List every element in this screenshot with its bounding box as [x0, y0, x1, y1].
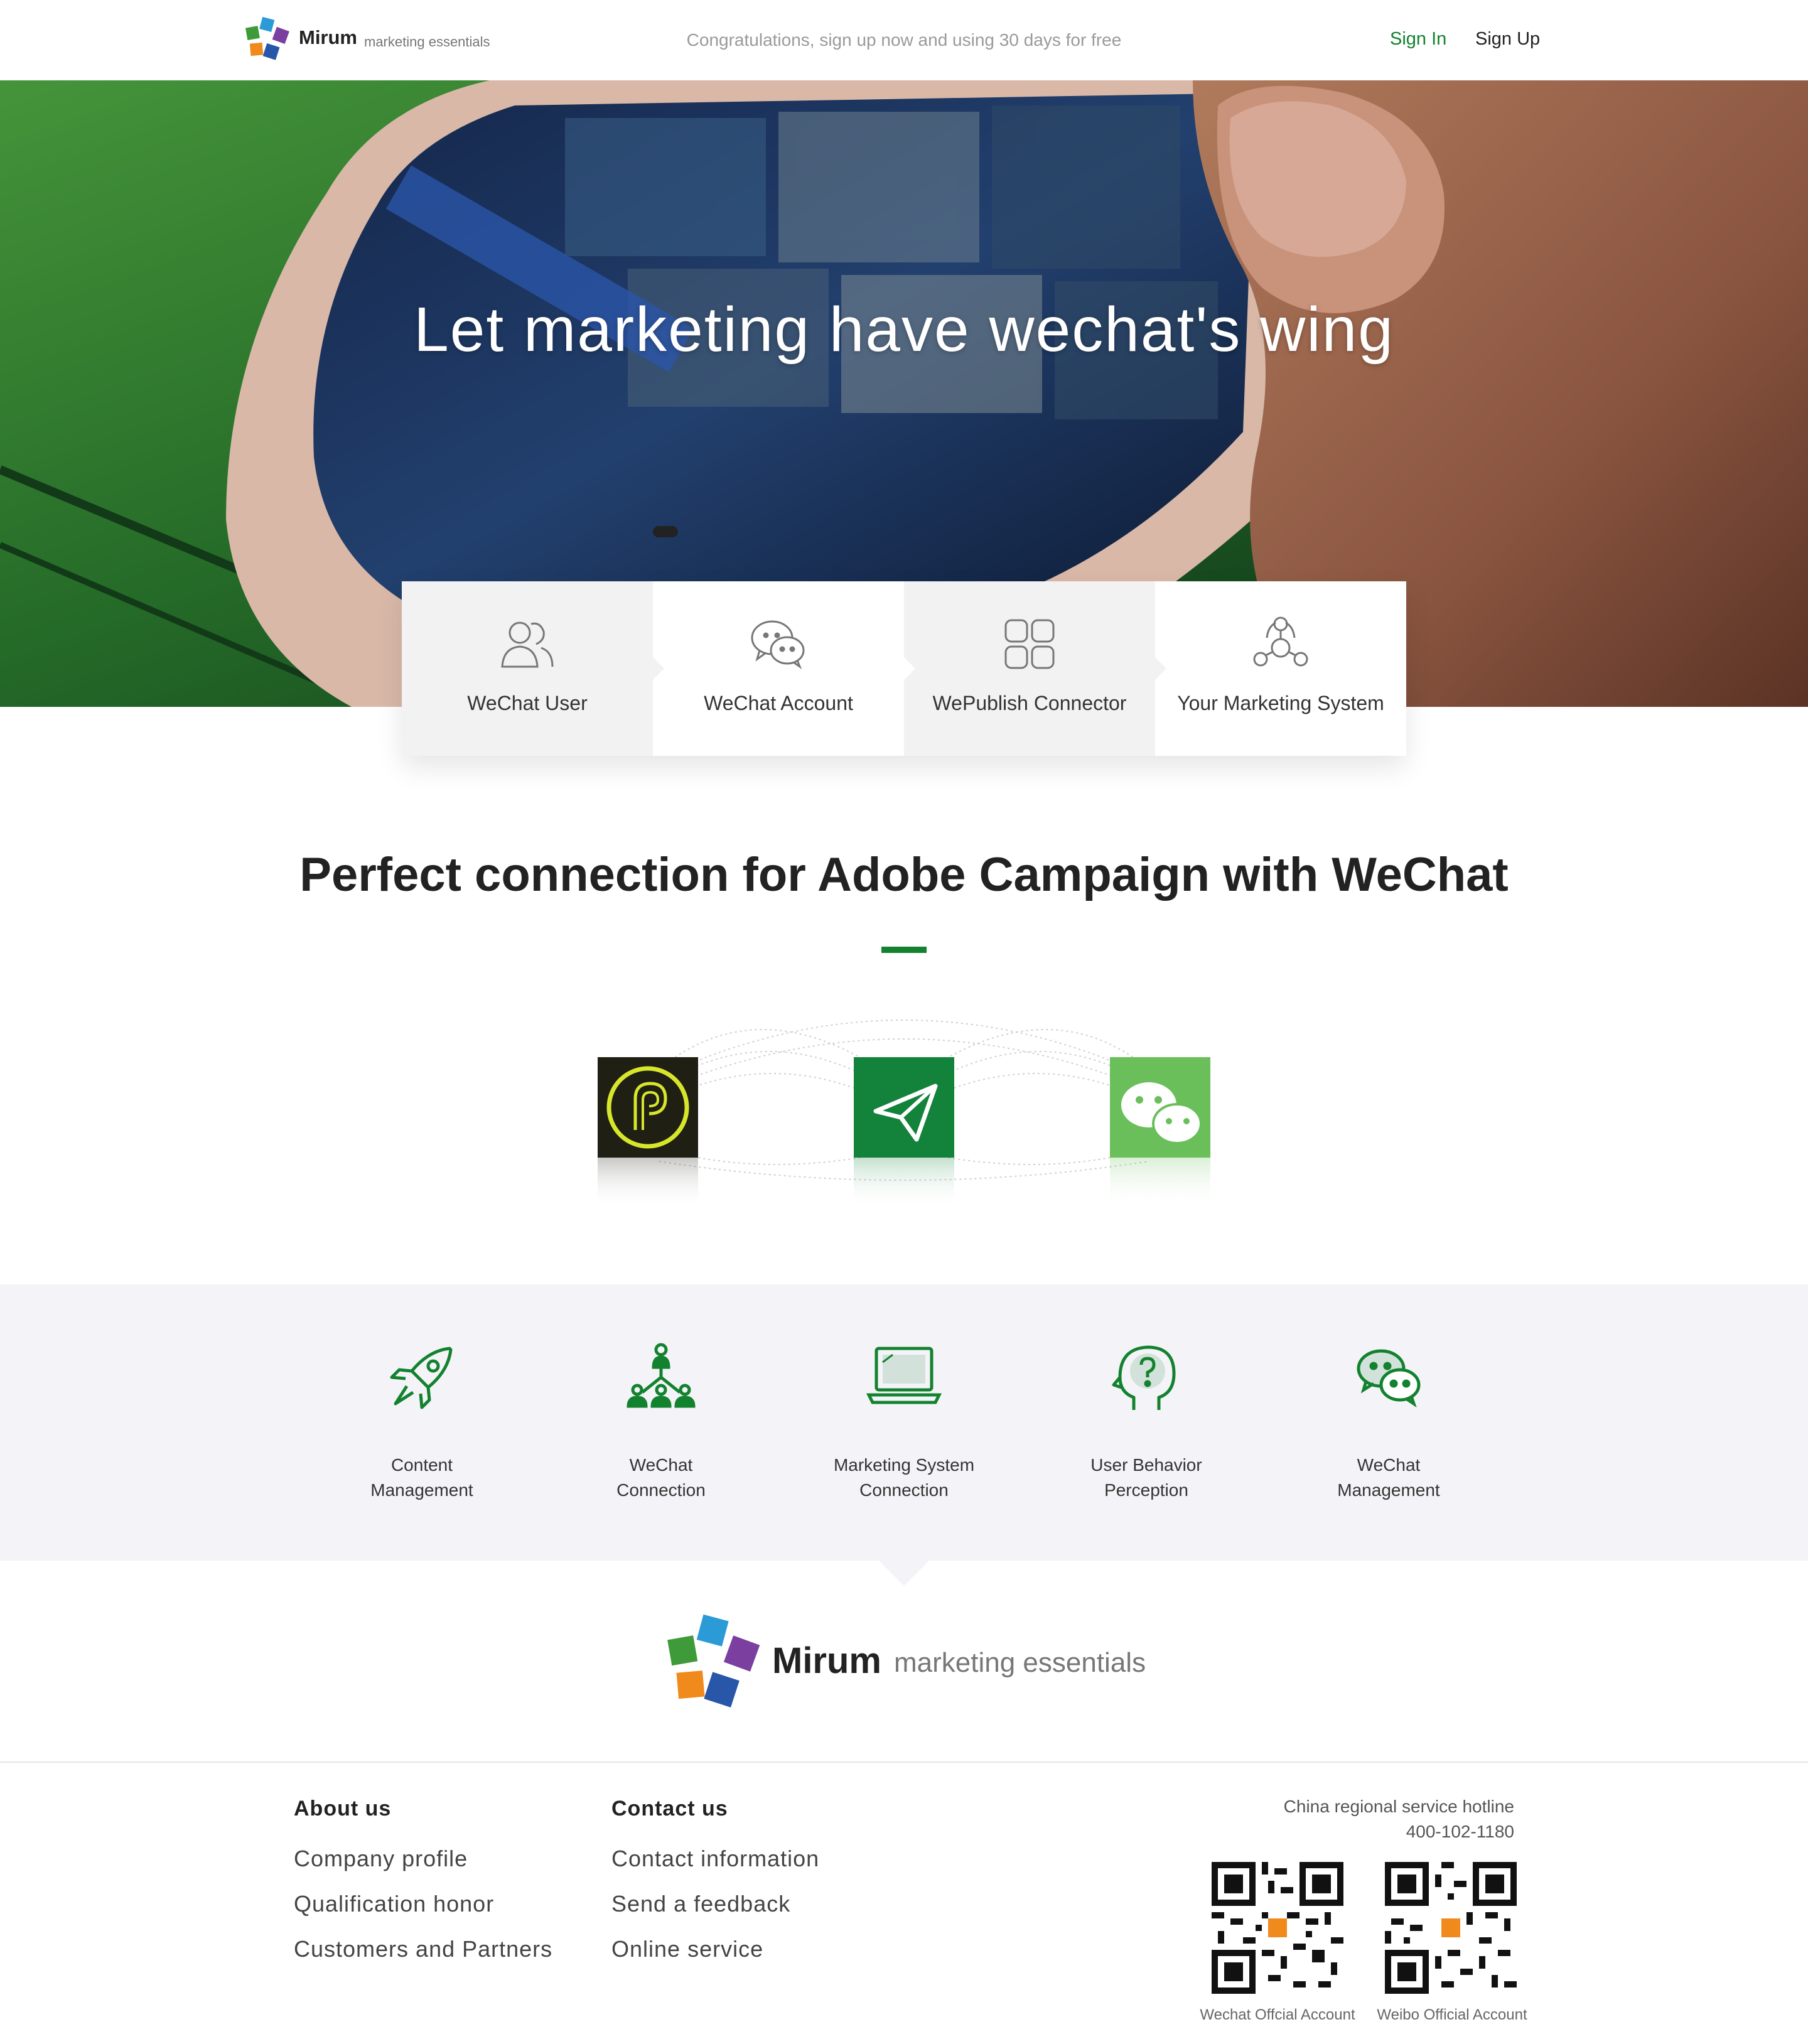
mirum-footer-logo-icon: [667, 1614, 760, 1708]
feature-label: Marketing System Connection: [833, 1455, 975, 1500]
hotline-label: China regional service hotline: [1283, 1797, 1514, 1816]
footer-link-online-service[interactable]: Online service: [611, 1927, 819, 1972]
features-section: Content Management WeChat Connection Marke…: [0, 1284, 1808, 1561]
org-chart-icon: [627, 1343, 696, 1408]
hero-title: Let marketing have wechat's wing: [414, 294, 1394, 365]
footer-link-qualification-honor[interactable]: Qualification honor: [294, 1881, 552, 1927]
footer-link-send-feedback[interactable]: Send a feedback: [611, 1881, 819, 1927]
wechat-icon: [1357, 1349, 1421, 1408]
footer-about-column: About us Company profile Qualification h…: [294, 1797, 552, 1972]
wechat-logo-icon: [1110, 1057, 1210, 1208]
connection-diagram: [598, 1019, 1210, 1208]
grid-icon: [1004, 619, 1055, 669]
flow-arrow: [653, 657, 664, 680]
footer-contact-title: Contact us: [611, 1797, 728, 1821]
wechat-qr-caption: Wechat Offcial Account: [1200, 2006, 1355, 2023]
flow-card-label: WePublish Connector: [932, 692, 1127, 714]
feature-label: Content Management: [370, 1455, 473, 1500]
wechat-chat-icon: [751, 620, 805, 670]
footer-link-customers-partners[interactable]: Customers and Partners: [294, 1927, 552, 1972]
flow-arrow: [904, 657, 915, 680]
footer-contact-column: Contact us Contact information Send a fe…: [611, 1797, 819, 1972]
feature-label: User Behavior Perception: [1090, 1455, 1202, 1500]
footer-divider: [0, 1762, 1808, 1763]
feature-label: WeChat Management: [1337, 1455, 1440, 1500]
feature-user-behavior-perception[interactable]: User Behavior Perception: [1046, 1284, 1247, 1561]
users-icon: [501, 621, 554, 668]
feature-wechat-management[interactable]: WeChat Management: [1288, 1284, 1489, 1561]
sign-up-link[interactable]: Sign Up: [1475, 29, 1540, 50]
rocket-icon: [390, 1347, 453, 1409]
hotline-number: 400-102-1180: [1406, 1822, 1514, 1841]
top-header: Mirum marketing essentials Congratulatio…: [0, 0, 1808, 80]
footer-link-contact-information[interactable]: Contact information: [611, 1836, 819, 1881]
sign-in-link[interactable]: Sign In: [1390, 29, 1446, 50]
flow-card-label: WeChat User: [467, 692, 588, 714]
flow-card-label: Your Marketing System: [1177, 692, 1384, 714]
feature-marketing-system-connection[interactable]: Marketing System Connection: [804, 1284, 1004, 1561]
weibo-qr-caption: Weibo Official Account: [1377, 2006, 1527, 2023]
features-notch: [879, 1561, 929, 1586]
footer-brand-tagline: marketing essentials: [894, 1647, 1146, 1678]
feature-wechat-connection[interactable]: WeChat Connection: [561, 1284, 761, 1561]
head-question-icon: [1112, 1345, 1176, 1410]
flow-card-wechat-user[interactable]: WeChat User: [402, 581, 664, 756]
section-title: Perfect connection for Adobe Campaign wi…: [299, 848, 1509, 901]
feature-label: WeChat Connection: [616, 1455, 706, 1500]
flow-card-wepublish-connector[interactable]: WePublish Connector: [904, 581, 1166, 756]
laptop-icon: [866, 1347, 942, 1404]
flow-card-label: WeChat Account: [704, 692, 853, 714]
footer-about-title: About us: [294, 1797, 392, 1821]
network-icon: [1253, 616, 1308, 667]
footer-brand-name: Mirum: [772, 1640, 881, 1681]
footer-link-company-profile[interactable]: Company profile: [294, 1836, 552, 1881]
adobe-campaign-icon: [598, 1057, 698, 1208]
hotline-block: China regional service hotline 400-102-1…: [1130, 1794, 1514, 1844]
weibo-qr-code-icon: [1385, 1862, 1517, 1994]
wepublish-icon: [854, 1057, 954, 1208]
feature-content-management[interactable]: Content Management: [321, 1284, 522, 1561]
section-divider: [881, 947, 927, 953]
flow-arrow: [1155, 657, 1166, 680]
flow-steps: WeChat User WeChat Account WePublish Con…: [402, 581, 1406, 756]
flow-card-wechat-account[interactable]: WeChat Account: [653, 581, 915, 756]
flow-card-marketing-system[interactable]: Your Marketing System: [1155, 581, 1406, 756]
wechat-qr-code-icon: [1212, 1862, 1343, 1994]
